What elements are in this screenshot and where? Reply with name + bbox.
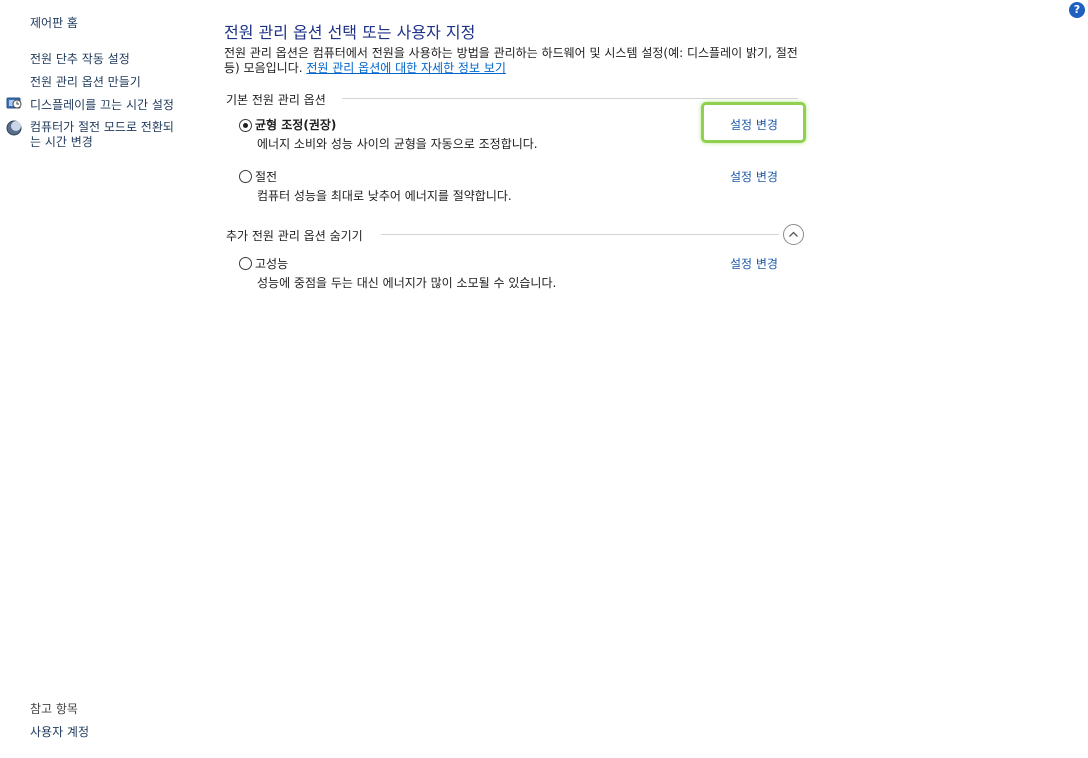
additional-plans-header[interactable]: 추가 전원 관리 옵션 숨기기 (226, 227, 363, 244)
help-icon[interactable]: ? (1069, 2, 1085, 18)
plan-power-saver-radio[interactable] (239, 170, 252, 183)
additional-plans-divider (381, 234, 779, 235)
plan-power-saver-desc: 컴퓨터 성능을 최대로 낮추어 에너지를 절약합니다. (257, 189, 512, 203)
sidebar-item-power-button-settings[interactable]: 전원 단추 작동 설정 (30, 50, 130, 67)
sidebar-item-sleep-time-line1: 컴퓨터가 절전 모드로 전환되 (30, 120, 174, 134)
display-clock-icon (6, 97, 22, 109)
see-also-heading: 참고 항목 (30, 702, 78, 716)
page-description: 전원 관리 옵션은 컴퓨터에서 전원을 사용하는 방법을 관리하는 하드웨어 및… (224, 46, 804, 76)
preferred-plans-header: 기본 전원 관리 옵션 (226, 93, 326, 107)
sidebar-item-display-off-time[interactable]: 디스플레이를 끄는 시간 설정 (30, 96, 174, 113)
highlight-box (701, 102, 806, 143)
sidebar-item-sleep-time-line2: 는 시간 변경 (30, 135, 93, 149)
collapse-additional-plans-button[interactable] (783, 224, 804, 245)
power-plan-info-link[interactable]: 전원 관리 옵션에 대한 자세한 정보 보기 (306, 61, 506, 75)
control-panel-home-link[interactable]: 제어판 홈 (30, 14, 78, 31)
plan-high-performance-name[interactable]: 고성능 (255, 255, 288, 272)
sidebar-item-sleep-time[interactable]: 컴퓨터가 절전 모드로 전환되 는 시간 변경 (30, 120, 174, 150)
sleep-moon-icon (6, 120, 22, 136)
preferred-plans-divider (342, 98, 798, 99)
page-title: 전원 관리 옵션 선택 또는 사용자 지정 (224, 23, 476, 42)
plan-high-performance-desc: 성능에 중점을 두는 대신 에너지가 많이 소모될 수 있습니다. (257, 276, 557, 290)
plan-balanced-desc: 에너지 소비와 성능 사이의 균형을 자동으로 조정합니다. (257, 137, 538, 151)
plan-high-performance-change-settings-link[interactable]: 설정 변경 (730, 255, 778, 272)
plan-power-saver-change-settings-link[interactable]: 설정 변경 (730, 168, 778, 185)
plan-balanced-name[interactable]: 균형 조정(권장) (255, 116, 336, 133)
sidebar-item-user-accounts[interactable]: 사용자 계정 (30, 723, 89, 740)
sidebar-item-create-power-plan[interactable]: 전원 관리 옵션 만들기 (30, 73, 141, 90)
chevron-up-icon (789, 231, 798, 237)
plan-balanced-radio[interactable] (239, 119, 252, 132)
plan-power-saver-name[interactable]: 절전 (255, 168, 277, 185)
plan-high-performance-radio[interactable] (239, 257, 252, 270)
